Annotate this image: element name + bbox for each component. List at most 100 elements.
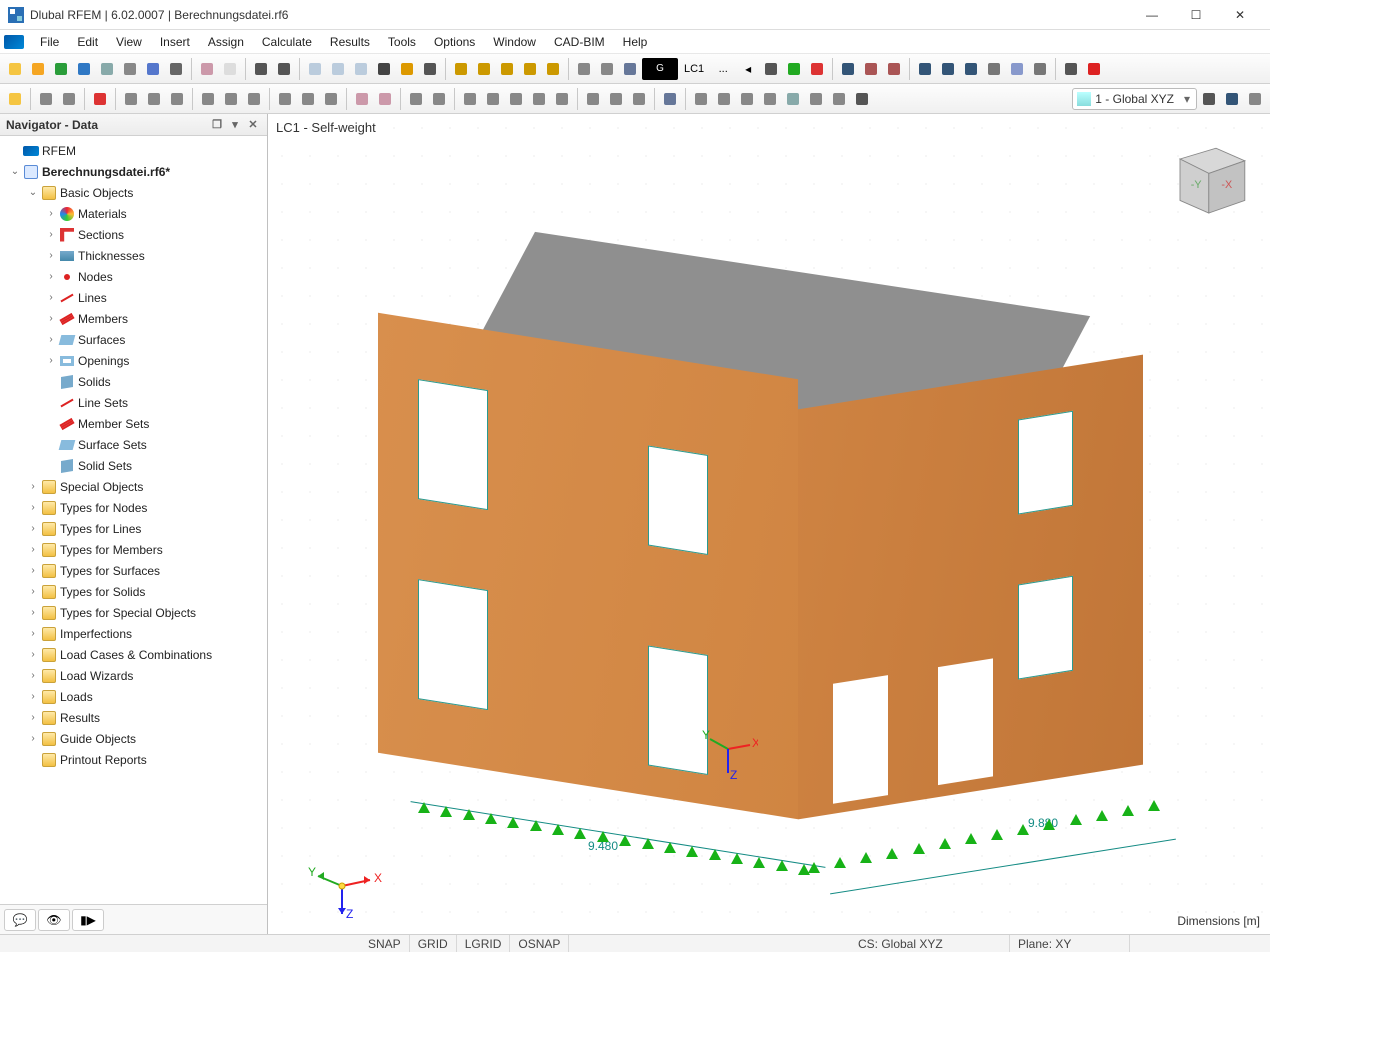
tree-twisty-icon[interactable]: ›: [26, 649, 40, 660]
new-button[interactable]: [4, 58, 26, 80]
menu-assign[interactable]: Assign: [200, 32, 252, 52]
tree-twisty-icon[interactable]: ›: [26, 523, 40, 534]
undo-button[interactable]: [250, 58, 272, 80]
global-cs-dropdown[interactable]: 1 - Global XYZ▾: [1072, 88, 1197, 110]
flag-del-button[interactable]: [806, 58, 828, 80]
status-snap[interactable]: SNAP: [360, 935, 410, 952]
tree-twisty-icon[interactable]: ⌄: [26, 187, 40, 198]
tree-item-types-for-members[interactable]: ›Types for Members: [2, 539, 265, 560]
sel-window-button[interactable]: [542, 58, 564, 80]
menu-view[interactable]: View: [108, 32, 150, 52]
tree-twisty-icon[interactable]: ›: [44, 313, 58, 324]
prev-button[interactable]: [760, 58, 782, 80]
frame1-button[interactable]: [690, 88, 712, 110]
star-bl-button[interactable]: [405, 88, 427, 110]
menu-cad-bim[interactable]: CAD-BIM: [546, 32, 613, 52]
tree-item-guide-objects[interactable]: ›Guide Objects: [2, 728, 265, 749]
menu-file[interactable]: File: [32, 32, 67, 52]
sel1-button[interactable]: [459, 88, 481, 110]
grid-snap-button[interactable]: [960, 58, 982, 80]
grid-snap-button[interactable]: [1221, 88, 1243, 110]
tree-item-load-cases-combinations[interactable]: ›Load Cases & Combinations: [2, 644, 265, 665]
lasso-sel-button[interactable]: [450, 58, 472, 80]
more-button[interactable]: [419, 58, 441, 80]
clipboard-button[interactable]: [196, 58, 218, 80]
pt-r-button[interactable]: [143, 88, 165, 110]
tree-item-results[interactable]: ›Results: [2, 707, 265, 728]
close-red-button[interactable]: [1083, 58, 1105, 80]
close-button[interactable]: ✕: [1218, 0, 1262, 30]
cube-button[interactable]: [782, 88, 804, 110]
tree-item-thicknesses[interactable]: ›Thicknesses: [2, 245, 265, 266]
tree-item-types-for-lines[interactable]: ›Types for Lines: [2, 518, 265, 539]
anchor-button[interactable]: [837, 58, 859, 80]
sel2-button[interactable]: [482, 88, 504, 110]
box2-button[interactable]: [374, 88, 396, 110]
tree-item-sections[interactable]: ›Sections: [2, 224, 265, 245]
print-button[interactable]: [165, 58, 187, 80]
frame2-button[interactable]: [713, 88, 735, 110]
tree-twisty-icon[interactable]: ›: [26, 565, 40, 576]
plane-button[interactable]: [1006, 58, 1028, 80]
tree-item-types-for-nodes[interactable]: ›Types for Nodes: [2, 497, 265, 518]
tree-item-types-for-special-objects[interactable]: ›Types for Special Objects: [2, 602, 265, 623]
solid2-button[interactable]: [605, 88, 627, 110]
tree-item-loads[interactable]: ›Loads: [2, 686, 265, 707]
chev-button[interactable]: [828, 88, 850, 110]
tree-twisty-icon[interactable]: ›: [26, 733, 40, 744]
tree-twisty-icon[interactable]: ›: [26, 481, 40, 492]
tree-twisty-icon[interactable]: ›: [44, 355, 58, 366]
menu-results[interactable]: Results: [322, 32, 378, 52]
more-button[interactable]: [1198, 88, 1220, 110]
tree-twisty-icon[interactable]: ›: [26, 607, 40, 618]
status-osnap[interactable]: OSNAP: [510, 935, 569, 952]
more-button[interactable]: [1060, 58, 1082, 80]
refresh-button[interactable]: [50, 58, 72, 80]
fill-button[interactable]: [619, 58, 641, 80]
status-grid[interactable]: GRID: [410, 935, 457, 952]
star-grid-button[interactable]: [274, 88, 296, 110]
tree-item-types-for-surfaces[interactable]: ›Types for Surfaces: [2, 560, 265, 581]
tube-button[interactable]: [628, 88, 650, 110]
tree-item-basic-objects[interactable]: ⌄Basic Objects: [2, 182, 265, 203]
lc-name-button[interactable]: LC1: [679, 58, 709, 80]
tree-twisty-icon[interactable]: ›: [44, 208, 58, 219]
star-line-button[interactable]: [197, 88, 219, 110]
menu-insert[interactable]: Insert: [152, 32, 198, 52]
menu-options[interactable]: Options: [426, 32, 483, 52]
tree-twisty-icon[interactable]: ›: [26, 628, 40, 639]
tree-item-surface-sets[interactable]: Surface Sets: [2, 434, 265, 455]
play-button[interactable]: [783, 58, 805, 80]
save-button[interactable]: [142, 58, 164, 80]
tree-item-lines[interactable]: ›Lines: [2, 287, 265, 308]
sel3-button[interactable]: [505, 88, 527, 110]
y-cross-button[interactable]: [883, 58, 905, 80]
align-left-button[interactable]: [573, 58, 595, 80]
tree-item-imperfections[interactable]: ›Imperfections: [2, 623, 265, 644]
tree-twisty-icon[interactable]: ⌄: [8, 166, 22, 177]
star-v-button[interactable]: [35, 88, 57, 110]
xxx-box-button[interactable]: [937, 58, 959, 80]
solid1-button[interactable]: [582, 88, 604, 110]
tree-twisty-icon[interactable]: ›: [44, 229, 58, 240]
lc-group-button[interactable]: G: [642, 58, 678, 80]
star-y-button[interactable]: [58, 88, 80, 110]
chev-button[interactable]: [1244, 88, 1266, 110]
tree-twisty-icon[interactable]: ›: [44, 271, 58, 282]
tree-twisty-icon[interactable]: ›: [26, 586, 40, 597]
tree-twisty-icon[interactable]: ›: [26, 691, 40, 702]
star-button[interactable]: [4, 88, 26, 110]
x-cross-button[interactable]: [860, 58, 882, 80]
gear-button[interactable]: [805, 88, 827, 110]
navigator-close-icon[interactable]: ✕: [245, 117, 261, 133]
open-button[interactable]: [27, 58, 49, 80]
tree-twisty-icon[interactable]: ›: [44, 250, 58, 261]
view-cube[interactable]: -Y -X: [1162, 132, 1252, 222]
tree-item-line-sets[interactable]: Line Sets: [2, 392, 265, 413]
sel-rect-button[interactable]: [473, 58, 495, 80]
menu-tools[interactable]: Tools: [380, 32, 424, 52]
tree-item-solid-sets[interactable]: Solid Sets: [2, 455, 265, 476]
status-lgrid[interactable]: LGRID: [457, 935, 511, 952]
nav-comment-button[interactable]: 💬: [4, 909, 36, 931]
tree-item-members[interactable]: ›Members: [2, 308, 265, 329]
